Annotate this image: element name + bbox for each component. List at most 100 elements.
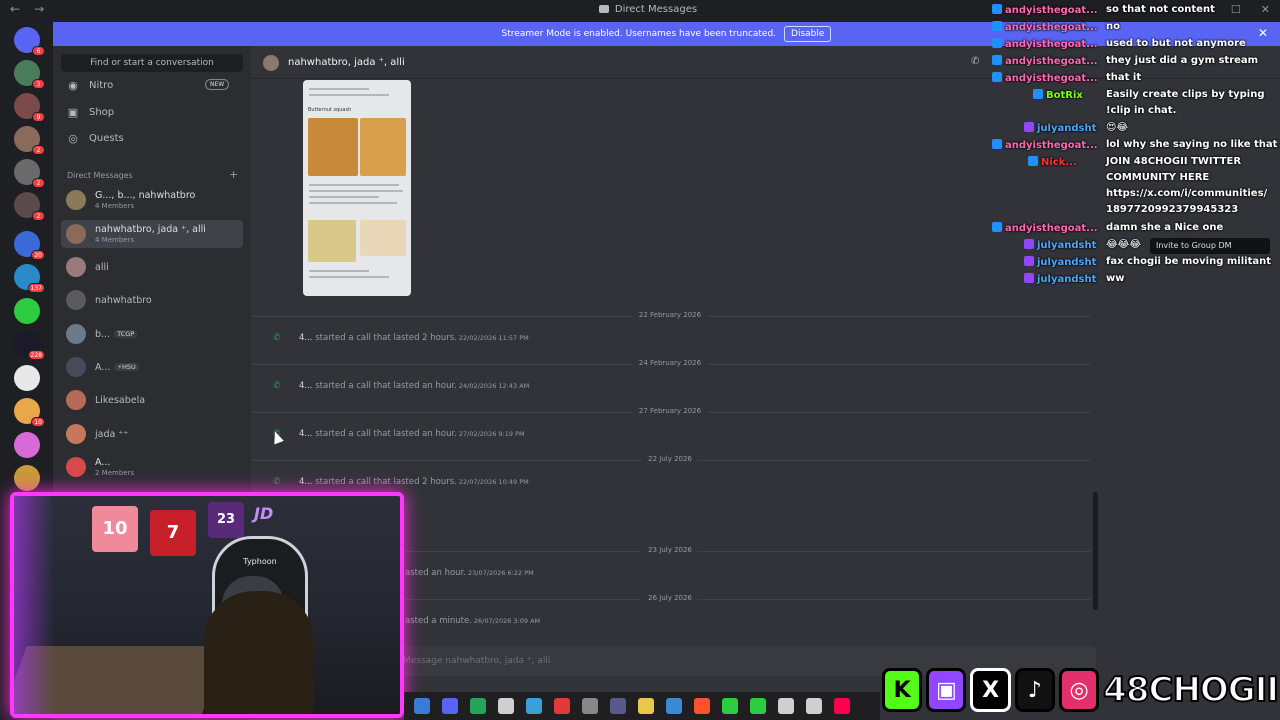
kick-icon: K <box>882 668 923 712</box>
create-dm-icon[interactable]: + <box>229 168 238 181</box>
server-icon[interactable]: 2 <box>14 126 45 155</box>
timestamp: 22/07/2026 10:49 PM <box>458 478 529 486</box>
taskbar-app-icon[interactable] <box>694 698 710 714</box>
chair-brand: Typhoon <box>243 557 277 566</box>
dm-item[interactable]: nahwhatbro <box>61 286 243 314</box>
server-icon[interactable]: 6 <box>14 27 45 56</box>
sidebar-item-label: Quests <box>89 133 124 144</box>
member-count: 4 Members <box>95 236 135 244</box>
timestamp: 27/02/2026 9:19 PM <box>458 430 525 438</box>
taskbar-app-icon[interactable] <box>806 698 822 714</box>
shop-icon: ▣ <box>67 106 79 119</box>
dm-item[interactable]: b... TCGP <box>61 320 243 348</box>
taskbar-app-icon[interactable] <box>554 698 570 714</box>
dm-name-text: nahwhatbro, jada ⁺, alli <box>95 224 206 235</box>
date-label: 22 February 2026 <box>632 311 708 319</box>
dm-item[interactable]: G..., b..., nahwhatbro 4 Members <box>61 186 243 214</box>
text-line <box>309 196 379 198</box>
server-icon[interactable] <box>14 365 40 391</box>
taskbar-app-icon[interactable] <box>414 698 430 714</box>
call-log-message: asted a minute. 26/07/2026 3:09 AM <box>405 616 540 626</box>
date-label: 27 February 2026 <box>632 407 708 415</box>
call-text: started a call that lasted 2 hours. <box>315 333 457 343</box>
unread-badge: 137 <box>27 283 45 293</box>
caller-name[interactable]: 4... <box>299 333 313 343</box>
disable-streamer-mode-button[interactable]: Disable <box>784 26 832 42</box>
sidebar-item-shop[interactable]: ▣ Shop <box>67 106 114 119</box>
server-icon[interactable]: 20 <box>14 231 45 260</box>
sidebar-item-nitro[interactable]: ◉ Nitro <box>67 79 113 92</box>
jersey: 10 <box>92 506 138 552</box>
taskbar-app-icon[interactable] <box>666 698 682 714</box>
server-icon[interactable] <box>14 298 40 324</box>
date-label: 24 February 2026 <box>632 359 708 367</box>
jersey: 23 <box>208 502 244 538</box>
taskbar-app-icon[interactable] <box>778 698 794 714</box>
chat-message-text: 😍😂 <box>1106 122 1129 133</box>
chat-username: julyandsht <box>1037 274 1097 285</box>
chat-message-text: JOIN 48CHOGII TWITTER <box>1106 156 1242 167</box>
server-icon[interactable]: 137 <box>14 264 45 293</box>
call-log-message: ✆ 4... started a call that lasted 2 hours… <box>273 477 529 487</box>
taskbar-app-icon[interactable] <box>526 698 542 714</box>
avatar <box>66 290 86 310</box>
jersey: 7 <box>150 510 196 556</box>
dm-name: nahwhatbro, jada ⁺, alli <box>95 224 206 235</box>
phone-icon: ✆ <box>273 333 281 343</box>
call-text: started a call that lasted an hour. <box>315 381 457 391</box>
dm-item[interactable]: jada ⁺⁺ <box>61 420 243 448</box>
phone-icon: ✆ <box>273 477 281 487</box>
unread-badge: 20 <box>31 250 45 260</box>
unread-badge: 3 <box>32 79 45 89</box>
server-icon[interactable] <box>14 465 40 491</box>
purple-light <box>14 496 54 714</box>
conversation-search-input[interactable]: Find or start a conversation <box>61 54 243 72</box>
chat-scrollbar[interactable] <box>1093 492 1098 610</box>
sidebar-item-quests[interactable]: ◎ Quests <box>67 132 124 145</box>
twitch-chat-message: julyandsht <box>1024 273 1280 285</box>
server-icon[interactable]: 2 <box>14 159 45 188</box>
start-call-icon[interactable]: ✆ <box>971 56 979 67</box>
avatar <box>66 224 86 244</box>
server-icon[interactable]: 228 <box>14 331 45 360</box>
server-icon[interactable]: 2 <box>14 192 45 221</box>
chat-badge-icon <box>992 21 1002 31</box>
squash-photo <box>360 118 406 176</box>
timestamp: 24/02/2026 12:43 AM <box>458 382 530 390</box>
taskbar-app-icon[interactable] <box>834 698 850 714</box>
taskbar-app-icon[interactable] <box>442 698 458 714</box>
server-icon[interactable]: 9 <box>14 93 45 122</box>
server-tag: ⚡HSU <box>114 363 139 371</box>
dm-item[interactable]: Likesabela <box>61 386 243 414</box>
dm-item[interactable]: alli <box>61 253 243 281</box>
server-icon[interactable]: 10 <box>14 398 45 427</box>
overlay-logo: JD <box>254 504 274 523</box>
date-separator: 22 February 2026 <box>251 311 1091 319</box>
server-icon[interactable] <box>14 432 40 458</box>
window-title-text: Direct Messages <box>614 4 698 15</box>
taskbar-app-icon[interactable] <box>610 698 626 714</box>
dm-item[interactable]: A... 2 Members <box>61 453 243 481</box>
shared-image-attachment[interactable]: Butternut squash <box>303 80 411 296</box>
date-separator: 24 February 2026 <box>251 359 1091 367</box>
taskbar-app-icon[interactable] <box>582 698 598 714</box>
squash-photo <box>360 220 406 256</box>
taskbar-app-icon[interactable] <box>470 698 486 714</box>
taskbar-app-icon[interactable] <box>638 698 654 714</box>
caller-name[interactable]: 4... <box>299 381 313 391</box>
nitro-icon: ◉ <box>68 79 78 92</box>
taskbar-app-icon[interactable] <box>750 698 766 714</box>
dm-name: alli <box>95 262 109 273</box>
twitch-chat-message: andyisthegoat... <box>992 21 1280 33</box>
caller-name[interactable]: 4... <box>299 477 313 487</box>
dm-item[interactable]: nahwhatbro, jada ⁺, alli 4 Members <box>61 220 243 248</box>
dm-item[interactable]: A... ⚡HSU <box>61 353 243 381</box>
server-icon[interactable]: 3 <box>14 60 45 89</box>
call-text: asted a minute. <box>405 616 472 626</box>
taskbar-app-icon[interactable] <box>498 698 514 714</box>
date-label: 23 July 2026 <box>642 546 698 554</box>
taskbar-app-icon[interactable] <box>722 698 738 714</box>
timestamp: 26/07/2026 3:09 AM <box>473 617 541 625</box>
chat-message-text: they just did a gym stream <box>1106 55 1259 66</box>
caller-name[interactable]: 4... <box>299 429 313 439</box>
